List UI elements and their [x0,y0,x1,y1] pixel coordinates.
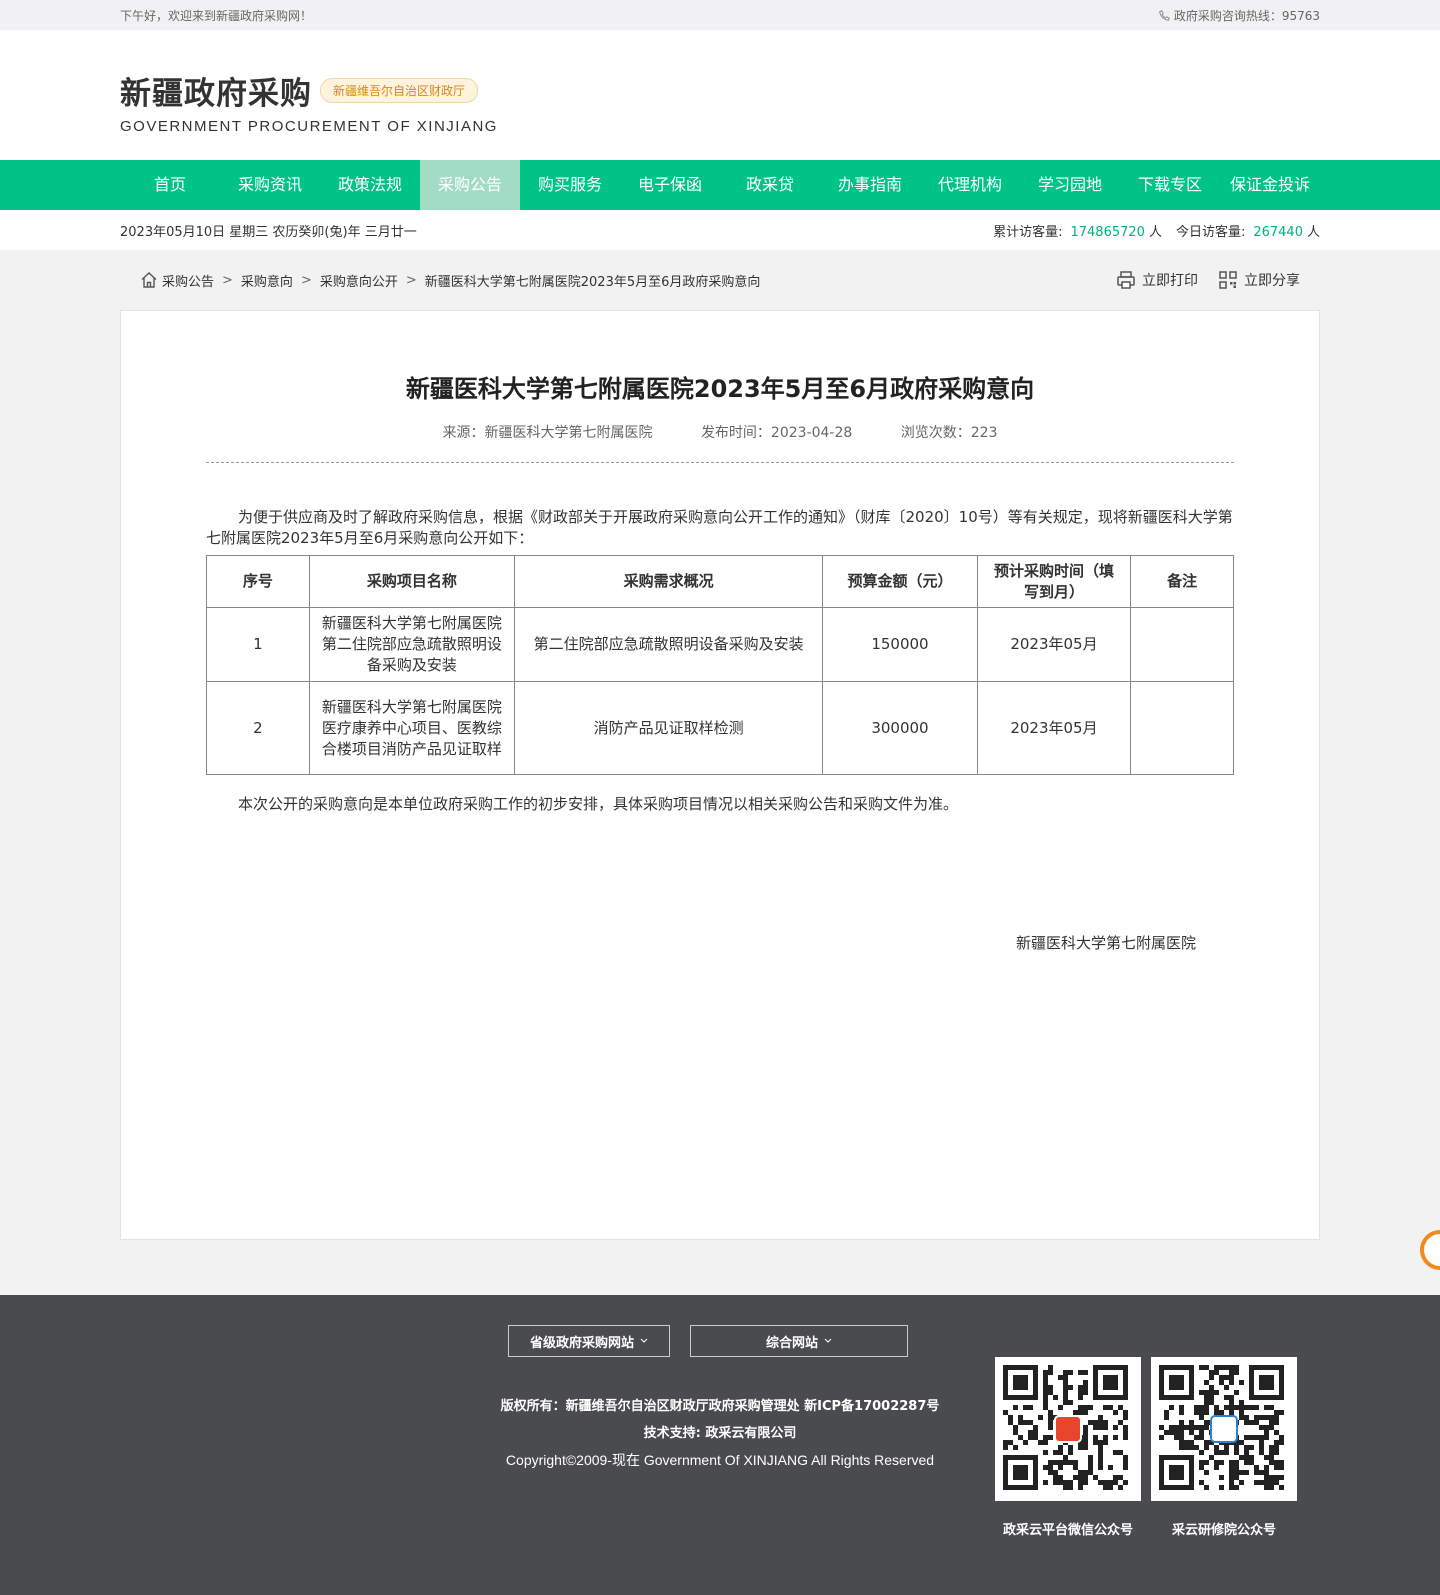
table-cell: 第二住院部应急疏散照明设备采购及安装 [514,607,824,682]
main-nav: 首页 采购资讯 政策法规 采购公告 购买服务 电子保函 政采贷 办事指南 代理机构 学习园地 下载专… [0,160,1440,210]
home-icon[interactable] [140,271,158,289]
academy-qr: 采云研修院公众号 [1151,1357,1297,1538]
site-footer: 省级政府采购网站 综合网站 版权所有：新疆维吾尔自治区财政厅政府采购管理处 新I… [0,1295,1440,1595]
qr-caption: 政采云平台微信公众号 [1002,1523,1133,1538]
hotline-text: 政府采购咨询热线：95763 [1173,8,1320,23]
site-logo[interactable]: 新疆政府采购 新疆维吾尔自治区财政厅 [120,68,1320,113]
table-cell: 消防产品见证取样检测 [514,681,824,775]
breadcrumb-bar: 采购公告 > 采购意向 > 采购意向公开 > 新疆医科大学第七附属医院2023年… [120,250,1320,310]
table-header: 采购项目名称 [308,555,516,608]
visits-unit: 人 [1306,224,1320,240]
article-title: 新疆医科大学第七附属医院2023年5月至6月政府采购意向 [405,375,1035,403]
breadcrumb-item[interactable]: 采购意向公开 [320,271,398,290]
table-header: 采购需求概况 [514,555,824,608]
table-cell: 2 [206,681,310,775]
phone-icon [1158,9,1170,21]
qrcode-image [1003,1365,1128,1490]
table-cell [1130,607,1234,682]
hotline: 政府采购咨询热线：95763 [1158,7,1320,24]
table-cell: 1 [206,607,310,682]
breadcrumb-item[interactable]: 采购公告 [162,271,214,290]
nav-item[interactable]: 政策法规 [320,160,420,210]
qr-caption: 采云研修院公众号 [1171,1523,1276,1538]
nav-item[interactable]: 采购资讯 [220,160,320,210]
table-cell: 新疆医科大学第七附属医院第二住院部应急疏散照明设备采购及安装 [308,607,516,682]
table-cell [1130,681,1234,775]
article-source: 来源：新疆医科大学第七附属医院 [442,425,653,441]
logo-title: 新疆政府采购 [120,76,312,112]
article-publish-time: 发布时间：2023-04-28 [700,425,853,441]
article-signature: 新疆医科大学第七附属医院 [1015,934,1196,952]
footer-info: 版权所有：新疆维吾尔自治区财政厅政府采购管理处 新ICP备17002287号 技… [460,1393,980,1474]
nav-item[interactable]: 采购公告 [420,160,520,210]
article-meta: 来源：新疆医科大学第七附属医院 发布时间：2023-04-28 浏览次数：223 [206,422,1234,442]
procurement-table: 序号 采购项目名称 采购需求概况 预算金额（元） 预计采购时间（填写到月） 备注… [206,555,1234,775]
total-visits-value: 174865720 [1070,224,1145,240]
select-label: 综合网站 [765,1335,818,1351]
today-visits-value: 267440 [1253,224,1303,240]
chevron-down-icon [640,1338,648,1343]
table-header: 预计采购时间（填写到月） [976,555,1132,608]
breadcrumb: 采购公告 > 采购意向 > 采购意向公开 > 新疆医科大学第七附属医院2023年… [140,271,760,290]
nav-item[interactable]: 学习园地 [1020,160,1120,210]
nav-item[interactable]: 办事指南 [820,160,920,210]
printer-icon [1117,271,1135,289]
greeting-text: 下午好，欢迎来到新疆政府采购网！ [120,8,313,23]
table-row: 1 新疆医科大学第七附属医院第二住院部应急疏散照明设备采购及安装 第二住院部应急… [206,607,1234,682]
chevron-down-icon [824,1338,832,1343]
table-header: 备注 [1130,555,1234,608]
table-cell: 2023年05月 [976,607,1132,682]
qrcode-icon [1219,271,1237,289]
nav-item[interactable]: 下载专区 [1120,160,1220,210]
breadcrumb-separator: > [222,272,233,288]
table-header-row: 序号 采购项目名称 采购需求概况 预算金额（元） 预计采购时间（填写到月） 备注 [206,555,1234,608]
logo-subtitle: GOVERNMENT PROCUREMENT OF XINJIANG [120,118,498,135]
logo-badge: 新疆维吾尔自治区财政厅 [320,78,479,103]
nav-item[interactable]: 保证金投诉 [1220,160,1320,210]
print-button[interactable]: 立即打印 [1116,270,1198,290]
select-label: 省级政府采购网站 [529,1335,634,1351]
copyright-en-text: Copyright©2009-现在 Government Of XINJIANG… [505,1452,935,1468]
nav-item[interactable]: 首页 [120,160,220,210]
breadcrumb-current: 新疆医科大学第七附属医院2023年5月至6月政府采购意向 [424,274,761,290]
breadcrumb-item[interactable]: 采购意向 [241,271,293,290]
site-header: 新疆政府采购 新疆维吾尔自治区财政厅 GOVERNMENT PROCUREMEN… [0,30,1440,160]
table-cell: 300000 [822,681,978,775]
table-cell: 新疆医科大学第七附属医院医疗康养中心项目、医教综合楼项目消防产品见证取样 [308,681,516,775]
nav-item[interactable]: 电子保函 [620,160,720,210]
table-header: 预算金额（元） [822,555,978,608]
table-cell: 2023年05月 [976,681,1132,775]
today-visits-label: 今日访客量: [1175,224,1246,240]
current-date: 2023年05月10日 星期三 农历癸卯(兔)年 三月廿一 [120,224,417,240]
floating-assistant-icon[interactable] [1420,1230,1440,1270]
visits-unit: 人 [1148,224,1162,240]
total-visits-label: 累计访客量: [993,224,1063,240]
table-header: 序号 [206,555,310,608]
table-cell: 150000 [822,607,978,682]
nav-item[interactable]: 购买服务 [520,160,620,210]
divider [206,462,1234,463]
qrcode-image [1159,1365,1284,1490]
article-intro: 为便于供应商及时了解政府采购信息，根据《财政部关于开展政府采购意向公开工作的通知… [206,508,1233,547]
copyright-text: 版权所有：新疆维吾尔自治区财政厅政府采购管理处 新ICP备17002287号 [500,1399,940,1414]
nav-item[interactable]: 政采贷 [720,160,820,210]
visit-counter: 累计访客量: 174865720 人今日访客量: 267440 人 [993,221,1320,240]
share-button[interactable]: 立即分享 [1218,270,1300,290]
tech-support-text: 技术支持: 政采云有限公司 [643,1426,797,1441]
general-sites-select[interactable]: 综合网站 [690,1325,908,1357]
print-label: 立即打印 [1142,273,1198,289]
breadcrumb-separator: > [300,272,312,288]
table-row: 2 新疆医科大学第七附属医院医疗康养中心项目、医教综合楼项目消防产品见证取样 消… [206,681,1234,775]
top-bar: 下午好，欢迎来到新疆政府采购网！ 政府采购咨询热线：95763 [0,0,1440,30]
breadcrumb-separator: > [405,272,417,288]
nav-item[interactable]: 代理机构 [920,160,1020,210]
wechat-qr: 政采云平台微信公众号 [995,1357,1141,1538]
date-bar: 2023年05月10日 星期三 农历癸卯(兔)年 三月廿一 累计访客量: 1748… [0,210,1440,250]
article-views: 浏览次数：223 [900,425,998,441]
provincial-sites-select[interactable]: 省级政府采购网站 [508,1325,670,1357]
article-container: 新疆医科大学第七附属医院2023年5月至6月政府采购意向 来源：新疆医科大学第七… [120,310,1320,1240]
article-note: 本次公开的采购意向是本单位政府采购工作的初步安排，具体采购项目情况以相关采购公告… [238,795,959,813]
share-label: 立即分享 [1244,273,1300,289]
